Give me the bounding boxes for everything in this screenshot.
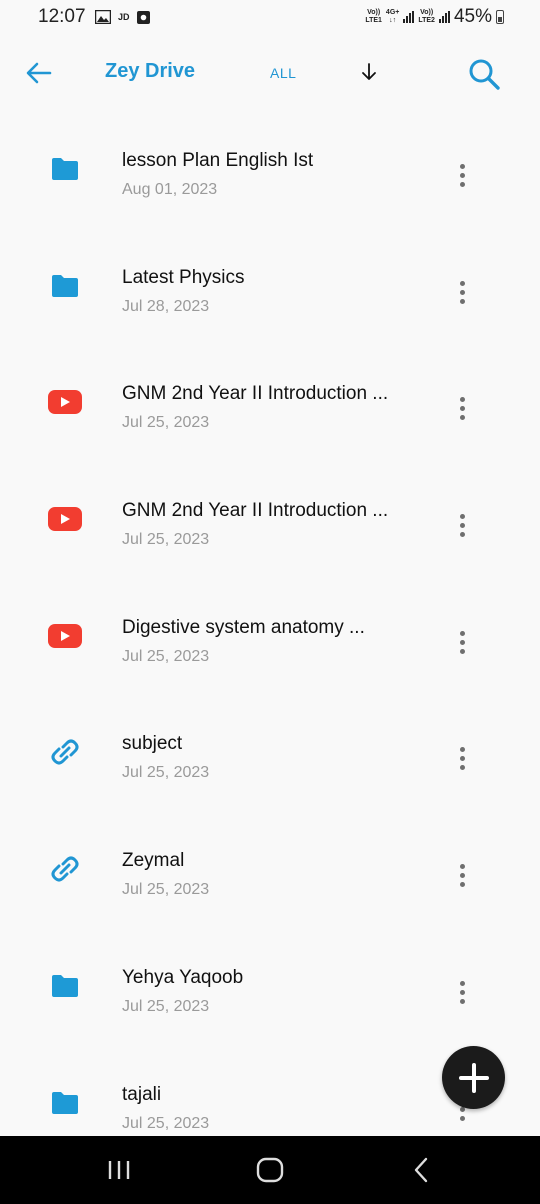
system-nav-bar: [0, 1136, 540, 1204]
recent-apps-icon: [108, 1161, 130, 1179]
item-name: Latest Physics: [122, 267, 245, 288]
item-date: Jul 25, 2023: [122, 1115, 210, 1132]
more-options-icon[interactable]: [448, 627, 476, 657]
item-date: Jul 25, 2023: [122, 531, 210, 548]
item-name: GNM 2nd Year II Introduction ...: [122, 383, 389, 404]
item-name: Digestive system anatomy ...: [122, 617, 365, 638]
youtube-icon: [46, 621, 84, 651]
youtube-icon: [46, 504, 84, 534]
item-date: Jul 25, 2023: [122, 414, 210, 431]
folder-icon: [46, 154, 84, 184]
folder-icon: [46, 971, 84, 1001]
list-item[interactable]: Yehya Yaqoob Jul 25, 2023: [0, 927, 540, 1043]
signal-bars-2-icon: [438, 11, 450, 23]
list-item[interactable]: Digestive system anatomy ... Jul 25, 202…: [0, 577, 540, 693]
link-icon: [46, 854, 84, 884]
arrow-down-icon: [362, 63, 376, 80]
list-item[interactable]: Latest Physics Jul 28, 2023: [0, 227, 540, 343]
item-name: lesson Plan English Ist: [122, 150, 314, 171]
gallery-icon: [95, 10, 111, 24]
item-name: GNM 2nd Year II Introduction ...: [122, 500, 389, 521]
home-button[interactable]: [248, 1152, 292, 1188]
item-name: subject: [122, 733, 183, 754]
search-button[interactable]: [464, 54, 504, 94]
back-button[interactable]: [22, 56, 56, 90]
search-icon: [469, 59, 500, 90]
add-button[interactable]: [442, 1046, 505, 1109]
app-toolbar: Zey Drive ALL: [0, 44, 540, 100]
item-date: Jul 25, 2023: [122, 881, 210, 898]
more-options-icon[interactable]: [448, 277, 476, 307]
more-options-icon[interactable]: [448, 977, 476, 1007]
more-options-icon[interactable]: [448, 860, 476, 890]
folder-icon: [46, 1088, 84, 1118]
status-time: 12:07: [38, 6, 86, 27]
battery-percent: 45%: [453, 6, 492, 27]
more-options-icon[interactable]: [448, 510, 476, 540]
plus-icon: [458, 1062, 489, 1093]
item-name: Zeymal: [122, 850, 185, 871]
more-options-icon[interactable]: [448, 393, 476, 423]
item-name: tajali: [122, 1084, 162, 1105]
list-item[interactable]: lesson Plan English Ist Aug 01, 2023: [0, 110, 540, 226]
youtube-icon: [46, 387, 84, 417]
home-icon: [256, 1157, 284, 1183]
list-item[interactable]: Zeymal Jul 25, 2023: [0, 810, 540, 926]
folder-icon: [46, 271, 84, 301]
battery-icon: [496, 10, 504, 24]
arrow-left-icon: [26, 62, 52, 84]
item-date: Jul 25, 2023: [122, 764, 210, 781]
more-options-icon[interactable]: [448, 743, 476, 773]
signal-bars-icon: [403, 11, 415, 23]
network-type-icon: 4G+ ↓↑: [385, 9, 400, 24]
sort-button[interactable]: [356, 58, 382, 86]
list-item[interactable]: GNM 2nd Year II Introduction ... Jul 25,…: [0, 460, 540, 576]
page-title: Zey Drive: [105, 60, 196, 82]
item-date: Jul 25, 2023: [122, 648, 210, 665]
sim1-volte-icon: Vo)) LTE1: [365, 9, 382, 24]
list-item[interactable]: GNM 2nd Year II Introduction ... Jul 25,…: [0, 343, 540, 459]
back-nav-button[interactable]: [399, 1152, 443, 1188]
item-name: Yehya Yaqoob: [122, 967, 244, 988]
notification-icons: JD: [95, 8, 150, 26]
app-notification-icon: [136, 10, 150, 24]
list-item[interactable]: subject Jul 25, 2023: [0, 693, 540, 809]
status-bar: 12:07 JD Vo)) LTE1 4G+ ↓↑ Vo)) LTE2 45%: [0, 0, 540, 36]
filter-all-button[interactable]: ALL: [270, 65, 296, 81]
sim2-volte-icon: Vo)) LTE2: [418, 9, 435, 24]
item-date: Jul 25, 2023: [122, 998, 210, 1015]
more-options-icon[interactable]: [448, 160, 476, 190]
link-icon: [46, 737, 84, 767]
chevron-left-icon: [414, 1157, 428, 1183]
recent-apps-button[interactable]: [97, 1152, 141, 1188]
system-status: Vo)) LTE1 4G+ ↓↑ Vo)) LTE2 45%: [365, 6, 504, 28]
jd-icon: JD: [118, 12, 130, 22]
item-date: Jul 28, 2023: [122, 298, 210, 315]
item-date: Aug 01, 2023: [122, 181, 218, 198]
